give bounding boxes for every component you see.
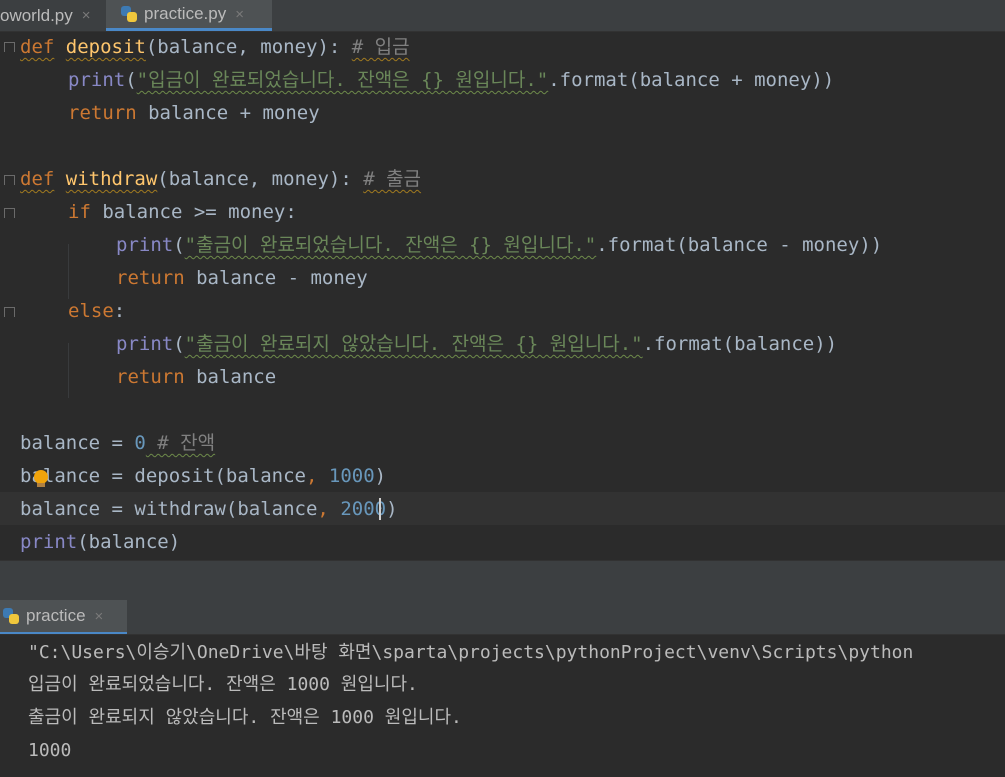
- run-tab-label: practice: [26, 606, 86, 625]
- code-line: print("입금이 완료되었습니다. 잔액은 {} 원입니다.".format…: [68, 69, 835, 91]
- code-line: return balance: [116, 366, 277, 388]
- code-line: def deposit(balance, money): # 입금: [20, 36, 410, 58]
- code-line: balance = deposit(balance, 1000): [20, 465, 387, 487]
- console-line: 1000: [28, 740, 72, 761]
- code-line: print(balance): [20, 531, 181, 553]
- fold-icon[interactable]: [4, 307, 15, 317]
- run-console-output[interactable]: "C:\Users\이승기\OneDrive\바탕 화면\sparta\proj…: [0, 635, 1005, 777]
- indent-guide: [68, 244, 69, 299]
- code-line: return balance - money: [116, 267, 368, 289]
- python-file-icon: [2, 607, 20, 625]
- code-editor[interactable]: def deposit(balance, money): # 입금 print(…: [0, 32, 1005, 560]
- tab-practice[interactable]: practice.py ×: [106, 0, 272, 31]
- close-icon[interactable]: ×: [82, 7, 91, 24]
- python-file-icon: [120, 5, 138, 23]
- code-line: def withdraw(balance, money): # 출금: [20, 168, 422, 190]
- fold-icon[interactable]: [4, 175, 15, 185]
- code-line: print("출금이 완료되었습니다. 잔액은 {} 원입니다.".format…: [116, 234, 883, 256]
- console-line: 입금이 완료되었습니다. 잔액은 1000 원입니다.: [28, 674, 418, 695]
- indent-guide: [68, 343, 69, 398]
- run-tab-practice[interactable]: practice ×: [0, 600, 127, 634]
- editor-tab-bar: oworld.py × practice.py ×: [0, 0, 1005, 32]
- close-icon[interactable]: ×: [235, 6, 244, 23]
- tab-label: oworld.py: [0, 5, 73, 25]
- code-line: print("출금이 완료되지 않았습니다. 잔액은 {} 원입니다.".for…: [116, 333, 838, 355]
- tab-helloworld[interactable]: oworld.py ×: [0, 0, 104, 31]
- tab-label: practice.py: [144, 4, 227, 23]
- code-line: balance = withdraw(balance, 2000): [20, 498, 398, 520]
- run-tool-window-header: practice ×: [0, 600, 1005, 635]
- code-line: else:: [68, 300, 126, 322]
- fold-icon[interactable]: [4, 208, 15, 218]
- text-caret: [379, 498, 381, 520]
- code-line: if balance >= money:: [68, 201, 297, 223]
- console-line: "C:\Users\이승기\OneDrive\바탕 화면\sparta\proj…: [28, 642, 914, 663]
- console-line: 출금이 완료되지 않았습니다. 잔액은 1000 원입니다.: [28, 707, 462, 728]
- fold-icon[interactable]: [4, 42, 15, 52]
- intention-bulb-icon[interactable]: [34, 470, 48, 487]
- close-icon[interactable]: ×: [95, 608, 104, 625]
- panel-splitter[interactable]: [0, 560, 1005, 601]
- code-line: balance = 0 # 잔액: [20, 432, 216, 454]
- code-line: return balance + money: [68, 102, 320, 124]
